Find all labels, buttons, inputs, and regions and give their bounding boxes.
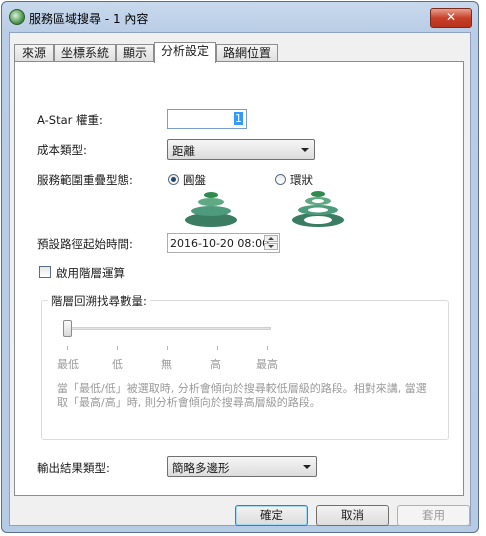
hierarchy-slider-track[interactable] <box>65 327 271 330</box>
astar-weight-label: A-Star 權重: <box>37 113 103 127</box>
slider-tick <box>67 346 68 350</box>
tab-network-locations[interactable]: 路網位置 <box>216 44 278 62</box>
output-type-value: 簡略多邊形 <box>172 461 230 475</box>
dialog-client-area: 來源 坐標系統 顯示 分析設定 路網位置 A-Star 權重: 1 成本類型: … <box>9 32 471 526</box>
hierarchy-search-group <box>41 300 449 440</box>
start-time-value: 2016-10-20 08:00 <box>170 237 270 250</box>
chevron-down-icon <box>303 465 311 469</box>
slider-label-highest: 最高 <box>256 358 278 371</box>
hierarchy-label[interactable]: 啟用階層運算 <box>56 265 125 281</box>
output-type-label: 輸出結果類型: <box>37 461 110 475</box>
slider-label-high: 高 <box>210 358 221 371</box>
slider-label-none: 無 <box>161 358 172 371</box>
cost-type-label: 成本類型: <box>37 143 87 157</box>
cost-type-dropdown[interactable]: 距離 <box>167 139 315 160</box>
apply-button[interactable]: 套用 <box>397 505 470 526</box>
tab-analysis-settings[interactable]: 分析設定 <box>154 42 216 63</box>
overlap-ring-label[interactable]: 環狀 <box>290 172 313 188</box>
overlap-disk-label[interactable]: 圓盤 <box>183 172 206 188</box>
analysis-settings-panel: A-Star 權重: 1 成本類型: 距離 服務範圍重疊型態: 圓盤 環狀 預設… <box>14 61 464 496</box>
window-title: 服務區域搜尋 - 1 內容 <box>29 12 149 26</box>
slider-label-low: 低 <box>112 358 123 371</box>
spin-down-icon[interactable] <box>264 243 278 250</box>
ok-button[interactable]: 確定 <box>235 505 308 526</box>
time-spinner[interactable] <box>264 235 278 251</box>
tab-source[interactable]: 來源 <box>14 44 54 62</box>
hierarchy-checkbox[interactable] <box>39 266 51 278</box>
spin-up-icon[interactable] <box>264 235 278 242</box>
slider-tick <box>167 346 168 350</box>
tab-display[interactable]: 顯示 <box>116 44 154 62</box>
slider-label-lowest: 最低 <box>57 358 79 371</box>
overlap-ring-radio[interactable] <box>275 174 286 185</box>
dialog-window: 服務區域搜尋 - 1 內容 ✕ 來源 坐標系統 顯示 分析設定 路網位置 A-S… <box>1 1 479 533</box>
start-time-picker[interactable]: 2016-10-20 08:00 <box>167 233 280 253</box>
cost-type-value: 距離 <box>172 144 195 158</box>
hierarchy-slider-thumb[interactable] <box>63 320 72 337</box>
overlap-disk-radio[interactable] <box>168 174 179 185</box>
chevron-down-icon <box>301 148 309 152</box>
cancel-button[interactable]: 取消 <box>316 505 389 526</box>
slider-tick <box>117 346 118 350</box>
title-bar: 服務區域搜尋 - 1 內容 ✕ <box>2 2 478 32</box>
app-globe-icon <box>9 9 25 25</box>
start-time-label: 預設路徑起始時間: <box>37 237 133 251</box>
output-type-dropdown[interactable]: 簡略多邊形 <box>167 456 317 477</box>
astar-weight-value: 1 <box>234 112 243 125</box>
ring-overlap-icon <box>292 191 344 227</box>
hierarchy-search-label: 階層回溯找尋數量: <box>48 293 150 309</box>
tab-coordinate-system[interactable]: 坐標系統 <box>54 44 116 62</box>
close-button[interactable]: ✕ <box>430 8 472 28</box>
disk-overlap-icon <box>185 192 237 227</box>
hierarchy-description: 當「最低/低」被選取時, 分析會傾向於搜尋較低層級的路段。相對來講, 當選取「最… <box>57 382 427 409</box>
astar-weight-input[interactable]: 1 <box>167 109 247 129</box>
overlap-type-label: 服務範圍重疊型態: <box>37 173 133 187</box>
slider-tick <box>267 346 268 350</box>
slider-tick <box>217 346 218 350</box>
